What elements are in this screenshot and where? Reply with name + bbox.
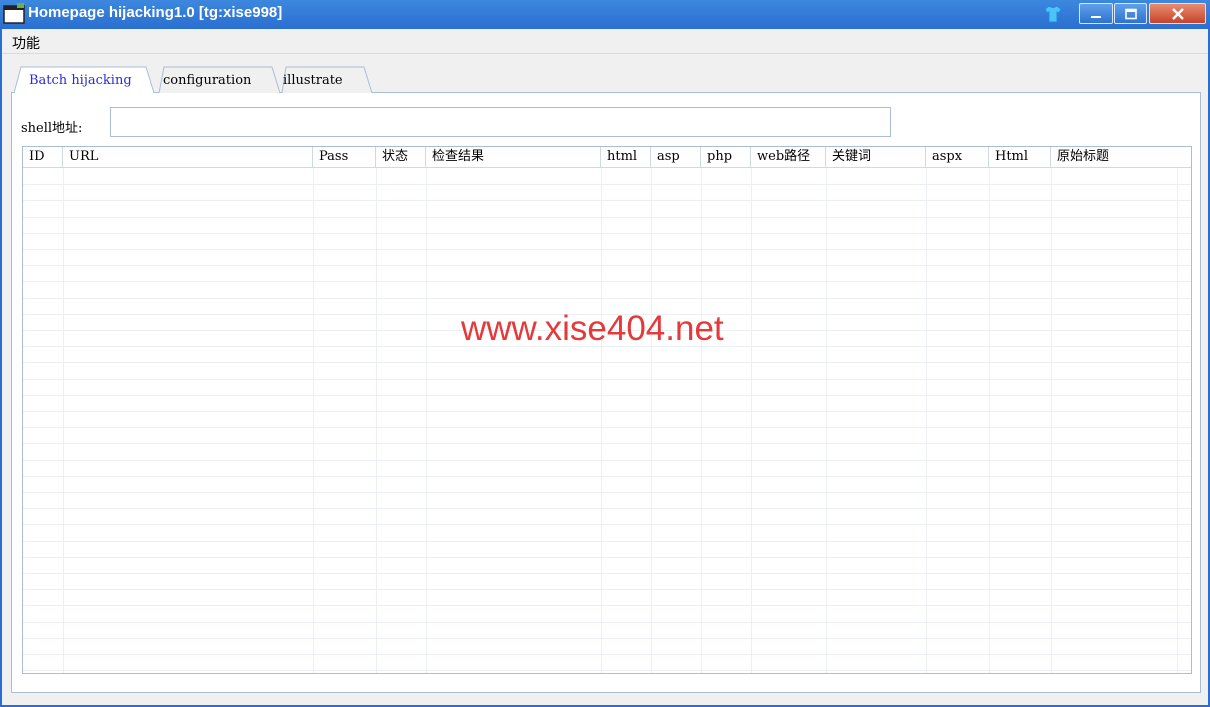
col-header-check-result[interactable]: 检查结果	[426, 147, 601, 167]
grid-row-line	[23, 622, 1191, 623]
grid-row-line	[23, 200, 1191, 201]
grid-row-line	[23, 492, 1191, 493]
col-header-keywords[interactable]: 关键词	[826, 147, 926, 167]
app-window-icon	[3, 3, 25, 24]
col-header-php[interactable]: php	[701, 147, 751, 167]
grid-row-line	[23, 411, 1191, 412]
grid-row-line	[23, 184, 1191, 185]
grid-row-line	[23, 638, 1191, 639]
grid-column-line	[63, 168, 64, 673]
menu-item-functions[interactable]: 功能	[12, 33, 40, 53]
grid-row-line	[23, 395, 1191, 396]
shell-address-label: shell地址:	[21, 121, 83, 136]
col-header-web-path[interactable]: web路径	[751, 147, 826, 167]
grid-row-line	[23, 362, 1191, 363]
shirt-skin-icon[interactable]	[1043, 4, 1063, 24]
grid-row-line	[23, 281, 1191, 282]
menu-bar: 功能	[2, 29, 1208, 54]
col-header-id[interactable]: ID	[23, 147, 63, 167]
col-header-url[interactable]: URL	[63, 147, 313, 167]
col-header-original-title[interactable]: 原始标题	[1051, 147, 1191, 167]
grid-row-line	[23, 460, 1191, 461]
grid-column-line	[751, 168, 752, 673]
grid-row-line	[23, 524, 1191, 525]
grid-row-line	[23, 508, 1191, 509]
grid-row-line	[23, 557, 1191, 558]
watermark-text: www.xise404.net	[461, 309, 724, 348]
minimize-button[interactable]	[1079, 3, 1113, 24]
title-bar[interactable]: Homepage hijacking1.0 [tg:xise998]	[0, 0, 1210, 29]
grid-column-line	[826, 168, 827, 673]
grid-column-line	[376, 168, 377, 673]
close-icon	[1171, 7, 1184, 20]
grid-row-line	[23, 233, 1191, 234]
grid-row-line	[23, 443, 1191, 444]
grid-row-line	[23, 217, 1191, 218]
grid-row-line	[23, 541, 1191, 542]
grid-column-line	[1051, 168, 1052, 673]
tab-strip: Batch hijacking configuration illustrate	[14, 66, 394, 93]
col-header-aspx[interactable]: aspx	[926, 147, 989, 167]
results-grid[interactable]: ID URL Pass 状态 检查结果 html asp php web路径 关…	[22, 146, 1192, 674]
maximize-button[interactable]	[1114, 3, 1147, 24]
grid-column-line	[701, 168, 702, 673]
grid-column-line	[926, 168, 927, 673]
col-header-pass[interactable]: Pass	[313, 147, 376, 167]
close-button[interactable]	[1149, 3, 1206, 24]
grid-header: ID URL Pass 状态 检查结果 html asp php web路径 关…	[23, 147, 1191, 168]
grid-row-line	[23, 654, 1191, 655]
grid-column-line	[601, 168, 602, 673]
tab-configuration[interactable]: configuration	[163, 73, 251, 88]
grid-row-line	[23, 249, 1191, 250]
maximize-icon	[1124, 8, 1137, 19]
grid-row-line	[23, 379, 1191, 380]
grid-row-line	[23, 265, 1191, 266]
grid-row-line	[23, 670, 1191, 671]
grid-column-line	[1177, 168, 1178, 673]
tab-batch-hijacking[interactable]: Batch hijacking	[29, 73, 132, 88]
tab-illustrate[interactable]: illustrate	[283, 73, 343, 88]
grid-column-line	[651, 168, 652, 673]
grid-row-line	[23, 573, 1191, 574]
grid-column-line	[426, 168, 427, 673]
col-header-asp[interactable]: asp	[651, 147, 701, 167]
window-frame-left	[0, 29, 2, 707]
minimize-icon	[1091, 15, 1101, 18]
grid-column-line	[313, 168, 314, 673]
grid-row-line	[23, 427, 1191, 428]
grid-column-line	[989, 168, 990, 673]
grid-row-line	[23, 476, 1191, 477]
col-header-html[interactable]: html	[601, 147, 651, 167]
window-title: Homepage hijacking1.0 [tg:xise998]	[28, 4, 283, 21]
grid-row-line	[23, 605, 1191, 606]
grid-body[interactable]	[23, 168, 1191, 673]
col-header-status[interactable]: 状态	[376, 147, 426, 167]
shell-address-input[interactable]	[110, 107, 891, 137]
col-header-html-upper[interactable]: Html	[989, 147, 1051, 167]
grid-row-line	[23, 589, 1191, 590]
grid-row-line	[23, 298, 1191, 299]
